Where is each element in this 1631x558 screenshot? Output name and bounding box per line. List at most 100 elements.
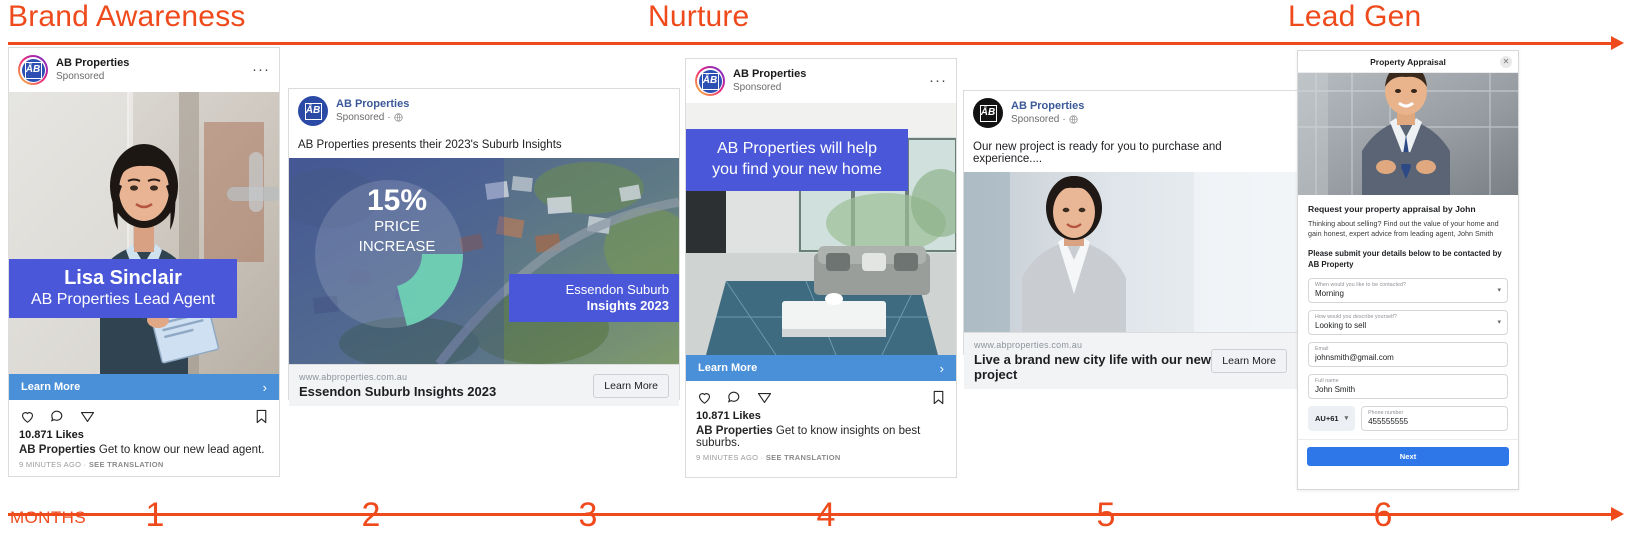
field-label: Full name xyxy=(1315,377,1339,384)
month-tick-4: 4 xyxy=(816,496,836,534)
heart-icon[interactable] xyxy=(19,408,36,425)
comment-icon[interactable] xyxy=(726,389,743,406)
post-actions xyxy=(686,381,956,408)
field-describe-yourself[interactable]: How would you describe yourself? Looking… xyxy=(1308,309,1508,335)
caption-text: Get to know our new lead agent. xyxy=(98,444,265,456)
chevron-down-icon[interactable]: ▾ xyxy=(1497,318,1501,326)
price-increase-stat: 15% PRICE INCREASE xyxy=(337,186,457,256)
ad-creative-image xyxy=(964,172,1297,332)
avatar: ĀB xyxy=(973,98,1003,128)
brand-logo-icon: ĀB xyxy=(304,102,322,120)
field-value: 455555555 xyxy=(1368,416,1409,426)
close-icon[interactable]: ✕ xyxy=(1500,55,1512,68)
lead-form-card[interactable]: Property Appraisal ✕ Request your proper… xyxy=(1297,50,1519,490)
field-email[interactable]: Email johnsmith@gmail.com xyxy=(1308,341,1508,367)
agent-john-photo xyxy=(1298,73,1518,195)
ad-card-city-life[interactable]: ĀB AB Properties Sponsored · Our new pro… xyxy=(963,90,1298,389)
share-icon[interactable] xyxy=(79,408,96,425)
post-header: ĀB AB Properties Sponsored ··· xyxy=(686,59,956,103)
link-url: www.abproperties.com.au xyxy=(974,340,1083,350)
month-tick-1: 1 xyxy=(145,496,165,534)
timestamp: 9 MINUTES AGO xyxy=(19,460,82,469)
chevron-down-icon[interactable]: ▾ xyxy=(1497,286,1501,294)
post-meta: 9 MINUTES AGO · SEE TRANSLATION xyxy=(686,449,956,469)
see-translation-link[interactable]: SEE TRANSLATION xyxy=(766,453,841,462)
field-phone-number[interactable]: Phone number 455555555 xyxy=(1361,405,1508,431)
post-header: ĀB AB Properties Sponsored ··· xyxy=(9,48,279,92)
top-axis-line xyxy=(8,42,1613,45)
more-options-icon[interactable]: ··· xyxy=(252,63,270,77)
post-actions xyxy=(9,400,279,427)
meta-separator: · xyxy=(760,453,764,462)
field-value: John Smith xyxy=(1315,384,1356,394)
country-code-value: AU+61 xyxy=(1315,413,1339,423)
avatar: ĀB xyxy=(18,55,48,85)
field-full-name[interactable]: Full name John Smith xyxy=(1308,373,1508,399)
cta-label: Learn More xyxy=(21,381,81,393)
post-meta: 9 MINUTES AGO · SEE TRANSLATION xyxy=(9,456,279,476)
post-header: ĀB AB Properties Sponsored · xyxy=(289,89,679,133)
field-label: When would you like to be contacted? xyxy=(1315,281,1406,288)
month-tick-5: 5 xyxy=(1096,496,1116,534)
learn-more-button[interactable]: Learn More xyxy=(1211,349,1287,373)
post-caption: AB Properties Get to know insights on be… xyxy=(686,422,956,449)
field-value: Morning xyxy=(1315,288,1344,298)
headline-banner: AB Properties will help you find your ne… xyxy=(686,129,908,191)
brand-logo-icon: ĀB xyxy=(979,104,997,122)
sponsored-label: Sponsored xyxy=(733,82,782,94)
caption-author: AB Properties xyxy=(19,444,96,456)
month-tick-2: 2 xyxy=(361,496,381,534)
link-title: Essendon Suburb Insights 2023 xyxy=(299,384,497,399)
more-options-icon[interactable]: ··· xyxy=(929,74,947,88)
heart-icon[interactable] xyxy=(696,389,713,406)
agent-role: AB Properties Lead Agent xyxy=(30,291,216,308)
share-icon[interactable] xyxy=(756,389,773,406)
phone-row: AU+61 ▾ Phone number 455555555 xyxy=(1308,405,1508,431)
account-name: AB Properties xyxy=(1011,100,1085,113)
stage-label-lead-gen: Lead Gen xyxy=(1288,0,1422,33)
lead-form-subheading: Please submit your details below to be c… xyxy=(1308,248,1502,269)
chevron-right-icon: › xyxy=(939,360,944,376)
agent-photo xyxy=(100,144,220,374)
next-button[interactable]: Next xyxy=(1307,446,1509,466)
learn-more-button[interactable]: Learn More xyxy=(593,373,669,398)
banner-line2: Insights 2023 xyxy=(586,298,669,314)
comment-icon[interactable] xyxy=(49,408,66,425)
link-url: www.abproperties.com.au xyxy=(299,372,408,382)
cta-label: Learn More xyxy=(698,362,758,374)
sponsored-label: Sponsored xyxy=(1011,114,1060,126)
stat-label-line1: PRICE xyxy=(374,218,420,235)
banner-line2: you find your new home xyxy=(712,160,882,178)
month-tick-3: 3 xyxy=(578,496,598,534)
ad-primary-text: AB Properties presents their 2023's Subu… xyxy=(298,139,562,151)
ad-card-suburb-insights[interactable]: ĀB AB Properties Sponsored · AB Properti… xyxy=(288,88,680,406)
link-footer: www.abproperties.com.au Live a brand new… xyxy=(964,332,1297,389)
account-name: AB Properties xyxy=(336,98,410,111)
insights-banner: Essendon Suburb Insights 2023 xyxy=(509,273,679,322)
field-contact-time[interactable]: When would you like to be contacted? Mor… xyxy=(1308,277,1508,303)
learn-more-cta[interactable]: Learn More › xyxy=(686,355,956,381)
ad-creative-image: Lisa Sinclair AB Properties Lead Agent xyxy=(9,92,279,374)
link-footer: www.abproperties.com.au Essendon Suburb … xyxy=(289,364,679,406)
likes-count: 10.871 Likes xyxy=(19,429,84,441)
lead-form-body: Request your property appraisal by John … xyxy=(1298,195,1518,439)
caption-author: AB Properties xyxy=(696,425,773,437)
stage-label-nurture: Nurture xyxy=(648,0,750,33)
lead-form-description: Thinking about selling? Find out the val… xyxy=(1308,219,1499,239)
field-value: johnsmith@gmail.com xyxy=(1315,352,1394,362)
ad-card-new-home[interactable]: ĀB AB Properties Sponsored ··· AB Proper… xyxy=(685,58,957,478)
lead-form-footer: Next xyxy=(1298,438,1518,474)
avatar: ĀB xyxy=(695,66,725,96)
post-header: ĀB AB Properties Sponsored · xyxy=(964,91,1297,135)
country-code-select[interactable]: AU+61 ▾ xyxy=(1308,405,1356,431)
ad-card-lisa-sinclair[interactable]: ĀB AB Properties Sponsored ··· Lisa Sinc… xyxy=(8,47,280,477)
learn-more-cta[interactable]: Learn More › xyxy=(9,374,279,400)
see-translation-link[interactable]: SEE TRANSLATION xyxy=(89,460,164,469)
month-tick-6: 6 xyxy=(1373,496,1393,534)
agent-name-banner: Lisa Sinclair AB Properties Lead Agent xyxy=(9,259,237,318)
business-woman-photo xyxy=(964,172,1297,332)
bookmark-icon[interactable] xyxy=(254,408,269,425)
field-label: Phone number xyxy=(1368,409,1404,416)
chevron-right-icon: › xyxy=(262,379,267,395)
bookmark-icon[interactable] xyxy=(931,389,946,406)
